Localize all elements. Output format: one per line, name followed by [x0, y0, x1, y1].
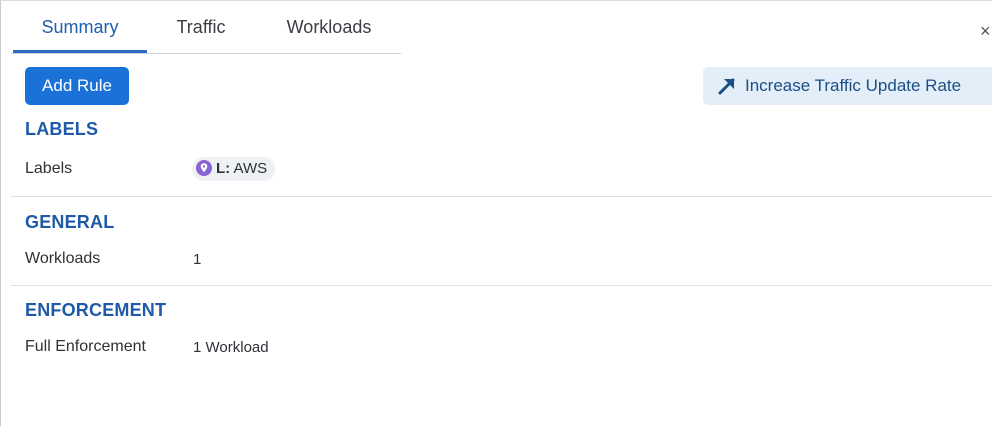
increase-traffic-update-rate-button[interactable]: Increase Traffic Update Rate: [703, 67, 992, 105]
add-rule-button[interactable]: Add Rule: [25, 67, 129, 105]
workloads-row-label: Workloads: [25, 250, 101, 267]
increase-traffic-label: Increase Traffic Update Rate: [745, 76, 962, 95]
label-chip-key: L:: [216, 160, 231, 177]
tab-summary[interactable]: Summary: [13, 1, 147, 53]
close-button[interactable]: ×: [980, 21, 992, 41]
tab-traffic[interactable]: Traffic: [161, 1, 241, 53]
workloads-row-value: 1: [193, 251, 202, 268]
divider: [11, 196, 992, 197]
label-chip[interactable]: L: AWS: [192, 157, 276, 181]
labels-row-label: Labels: [25, 160, 73, 177]
location-pin-icon: [196, 159, 212, 176]
section-title-labels: LABELS: [25, 119, 99, 139]
tab-bar: Summary Traffic Workloads: [11, 1, 401, 54]
arrow-up-right-icon: [718, 78, 735, 95]
tab-workloads[interactable]: Workloads: [269, 1, 389, 53]
summary-panel: Summary Traffic Workloads × Add Rule Inc…: [0, 0, 992, 426]
full-enforcement-row-label: Full Enforcement: [25, 338, 146, 355]
label-chip-value: AWS: [233, 160, 268, 177]
section-title-general: GENERAL: [25, 212, 115, 232]
section-title-enforcement: ENFORCEMENT: [25, 300, 167, 320]
divider: [11, 285, 992, 286]
full-enforcement-row-value: 1 Workload: [193, 339, 269, 356]
